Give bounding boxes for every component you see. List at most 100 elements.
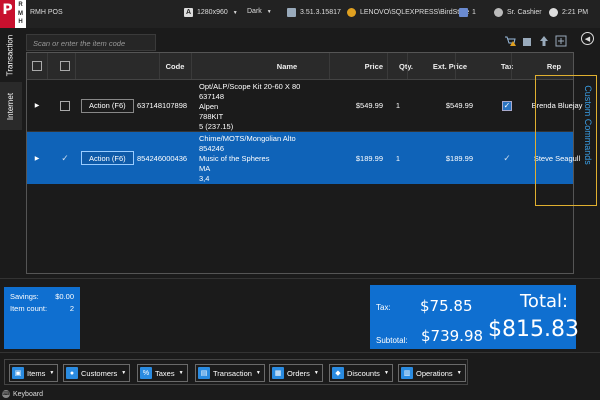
items-menu-button[interactable]: ▣ Items ▼ [9, 364, 59, 382]
keyboard-toggle[interactable]: Keyboard [13, 391, 43, 398]
transaction-area: Scan or enter the item code Code Name Pr… [22, 28, 597, 278]
totals-panel: Tax: $75.85 Subtotal: $739.98 Total: $81… [370, 285, 579, 349]
tab-internet[interactable]: Internet [0, 82, 22, 130]
row-tax-checkbox[interactable]: ✓ [502, 100, 512, 111]
bag-icon: ▤ [198, 367, 210, 379]
row-name: Chime/MOTS/Mongolian Alto 854246 Music o… [199, 134, 296, 183]
row-rep[interactable]: Steve Seagull [527, 132, 587, 184]
row-select-checkbox[interactable] [60, 100, 70, 111]
clock: 2:21 PM [549, 8, 588, 17]
register-info: 1 [459, 8, 476, 17]
resolution-selector[interactable]: A 1280x960 ▼ [184, 8, 238, 17]
grid-header: Code Name Price Qty. Ext. Price Tax Rep [27, 53, 573, 80]
register-value: 1 [472, 9, 476, 16]
cart-icon: ▦ [272, 367, 284, 379]
percent-icon: % [140, 367, 152, 379]
register-icon [459, 8, 468, 17]
chevron-down-icon: ▼ [178, 370, 184, 376]
row-price: $549.99 [355, 101, 383, 110]
savings-panel: Savings: $0.00 Item count: 2 [4, 287, 80, 349]
row-code: 854246000436 [137, 153, 188, 163]
person-icon: ● [66, 367, 78, 379]
cart-warning-icon[interactable] [503, 34, 517, 48]
database-info: LENOVO\SQLEXPRESS\BirdStore [347, 8, 469, 17]
items-grid: Code Name Price Qty. Ext. Price Tax Rep … [26, 52, 597, 274]
col-header-qty[interactable]: Qty. [397, 53, 415, 79]
row-ext-price: $549.99 [445, 101, 473, 110]
table-row[interactable]: ▶ ✓ Action (F6) 854246000436 Chime/MOTS/… [27, 132, 580, 184]
taxes-menu-button[interactable]: % Taxes ▼ [137, 364, 188, 382]
row-rep[interactable]: Brenda Bluejay [527, 80, 587, 131]
item-code-input[interactable]: Scan or enter the item code [26, 34, 156, 51]
chevron-down-icon: ▼ [383, 370, 389, 376]
user-icon [494, 8, 503, 17]
total-value: $815.83 [488, 317, 579, 342]
keyboard-icon[interactable]: ⌨ [2, 390, 10, 398]
version-info: 3.51.3.15817 [287, 8, 341, 17]
theme-value: Dark [247, 8, 262, 15]
summary-band: Savings: $0.00 Item count: 2 Tax: $75.85 S… [0, 278, 600, 352]
header-expand-checkbox[interactable] [32, 61, 42, 71]
item-count-value: 2 [69, 304, 74, 313]
table-row[interactable]: ▶ Action (F6) 637148107898 Opt/ALP/Scope… [27, 80, 582, 132]
row-action-button[interactable]: Action (F6) [81, 98, 134, 113]
logo-sub: R M H [18, 2, 23, 25]
col-header-tax[interactable]: Tax [487, 53, 527, 79]
transaction-menu-button[interactable]: ▤ Transaction ▼ [195, 364, 265, 382]
col-header-code[interactable]: Code [155, 53, 195, 79]
tab-transaction[interactable]: Transaction [0, 30, 22, 80]
user-info[interactable]: Sr. Cashier [494, 8, 542, 17]
expand-row-icon[interactable]: ▶ [27, 80, 47, 131]
resolution-value: 1280x960 [197, 9, 228, 16]
font-size-icon: A [184, 8, 193, 17]
main-toolbar: ▣ Items ▼ ● Customers ▼ % Taxes ▼ ▤ Transaction… [4, 359, 468, 385]
col-header-ext-price[interactable]: Ext. Price [425, 53, 475, 79]
chevron-down-icon: ▼ [49, 370, 55, 376]
clock-icon [549, 8, 558, 17]
chevron-down-icon: ▼ [121, 370, 127, 376]
row-tax-checkbox[interactable]: ✓ [502, 153, 512, 163]
theme-selector[interactable]: Dark ▼ [247, 8, 272, 15]
row-price: $189.99 [355, 153, 383, 163]
row-select-checkbox[interactable]: ✓ [60, 153, 70, 163]
box-icon: ▣ [12, 367, 24, 379]
select-all-checkbox[interactable] [60, 61, 70, 71]
total-label: Total: [520, 291, 569, 312]
app-title: RMH POS [30, 9, 63, 16]
user-value: Sr. Cashier [507, 9, 542, 16]
logo-letter: P [0, 0, 15, 28]
row-qty: 1 [395, 153, 401, 163]
row-action-button[interactable]: Action (F6) [81, 151, 134, 165]
orders-menu-button[interactable]: ▦ Orders ▼ [269, 364, 323, 382]
row-name: Opt/ALP/Scope Kit 20-60 X 80 637148 Alpe… [199, 82, 301, 131]
title-bar: P R M H RMH POS A 1280x960 ▼ Dark ▼ 3.51… [0, 0, 600, 28]
time-value: 2:21 PM [562, 9, 589, 16]
savings-label: Savings: [10, 292, 39, 301]
chevron-down-icon: ▼ [232, 9, 238, 16]
arrow-up-icon[interactable] [537, 34, 551, 48]
register-icon: ▥ [401, 367, 413, 379]
savings-value: $0.00 [55, 292, 74, 301]
tag-icon: ◆ [332, 367, 344, 379]
row-qty: 1 [395, 101, 401, 110]
subtotal-label: Subtotal: [376, 336, 408, 345]
row-ext-price: $189.99 [445, 153, 473, 163]
item-count-label: Item count: [10, 304, 48, 313]
collapse-panel-button[interactable]: ◀ [581, 32, 594, 45]
row-code: 637148107898 [137, 101, 188, 110]
grid-tools [503, 34, 568, 48]
chevron-down-icon: ▼ [255, 370, 261, 376]
customers-menu-button[interactable]: ● Customers ▼ [63, 364, 131, 382]
col-header-price[interactable]: Price [327, 53, 383, 79]
col-header-rep[interactable]: Rep [535, 53, 573, 79]
operations-menu-button[interactable]: ▥ Operations ▼ [398, 364, 466, 382]
chevron-down-icon: ▼ [313, 370, 319, 376]
basket-icon[interactable] [520, 34, 534, 48]
expand-row-icon[interactable]: ▶ [27, 132, 47, 184]
pos-window: P R M H RMH POS A 1280x960 ▼ Dark ▼ 3.51… [0, 0, 600, 400]
bottom-toolbar-area: ▣ Items ▼ ● Customers ▼ % Taxes ▼ ▤ Transaction… [0, 352, 600, 388]
chevron-down-icon: ▼ [456, 370, 462, 376]
discounts-menu-button[interactable]: ◆ Discounts ▼ [329, 364, 393, 382]
add-item-icon[interactable] [554, 34, 568, 48]
info-icon [287, 8, 296, 17]
